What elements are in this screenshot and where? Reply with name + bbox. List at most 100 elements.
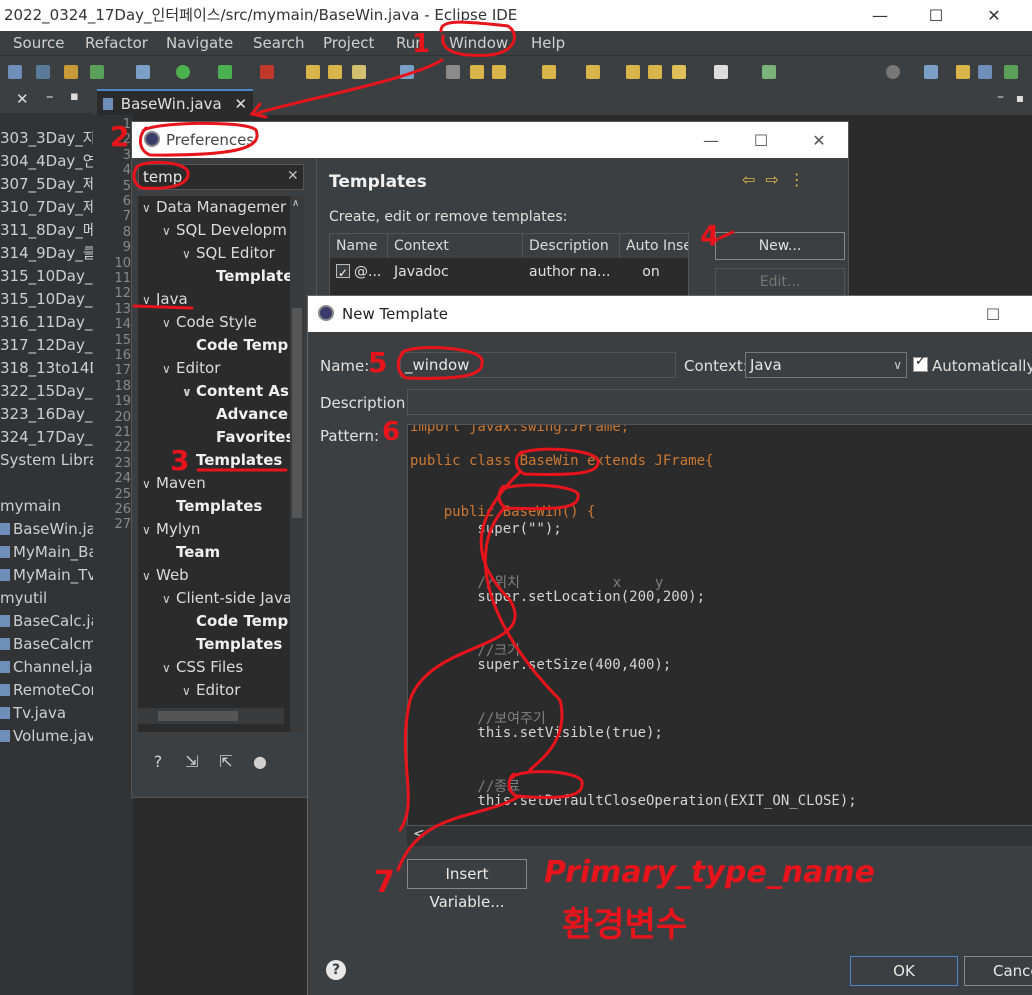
- preferences-filter-input[interactable]: temp: [138, 164, 304, 190]
- package-tree-item[interactable]: BaseCalc.jav: [0, 610, 93, 632]
- chevron-down-icon[interactable]: ∨: [162, 312, 176, 335]
- minimize-icon[interactable]: –: [997, 89, 1004, 105]
- preferences-tree-item[interactable]: Favorites: [202, 426, 294, 449]
- folder-icon[interactable]: [306, 65, 320, 79]
- preferences-tree[interactable]: ∨ Data Managemer ∨ SQL Developm ∨ SQL Editor T…: [138, 196, 304, 732]
- templates-table[interactable]: Name Context Description Auto Inse @... …: [329, 233, 689, 297]
- package-tree-item[interactable]: Channel.java: [0, 656, 93, 678]
- column-header-context[interactable]: Context: [388, 234, 523, 258]
- package-tree-item[interactable]: 317_12Day_시: [0, 334, 93, 356]
- preferences-tree-item[interactable]: ∨ Editor: [182, 679, 240, 702]
- close-icon[interactable]: ✕: [16, 90, 29, 108]
- perspective-icon[interactable]: [924, 65, 938, 79]
- preferences-tree-item[interactable]: Advance: [202, 403, 288, 426]
- preferences-tree-item[interactable]: ∨ Editor: [162, 357, 220, 380]
- template-description-input[interactable]: [407, 389, 1032, 415]
- column-header-name[interactable]: Name: [330, 234, 388, 258]
- package-tree-item[interactable]: BaseWin.java: [0, 518, 93, 540]
- tree-horizontal-scrollbar[interactable]: [138, 708, 284, 724]
- insert-variable-button[interactable]: Insert Variable...: [407, 859, 527, 911]
- chevron-down-icon[interactable]: ∨: [142, 289, 156, 312]
- toolbar-icon[interactable]: [260, 65, 274, 79]
- menu-search[interactable]: Search: [253, 34, 305, 52]
- preferences-tree-item[interactable]: ∨ SQL Developm: [162, 219, 287, 242]
- search-icon[interactable]: [886, 65, 900, 79]
- package-tree-item[interactable]: myutil: [0, 587, 93, 609]
- package-tree-item[interactable]: MyMain_Bas: [0, 541, 93, 563]
- history-nav[interactable]: ⇦⇨⋮: [742, 170, 815, 189]
- chevron-down-icon[interactable]: ∨: [182, 680, 196, 703]
- toolbar-icon[interactable]: [352, 65, 366, 79]
- debug-perspective-icon[interactable]: [1004, 65, 1018, 79]
- minimize-button[interactable]: —: [852, 0, 908, 31]
- package-tree-item[interactable]: 304_4Day_연산: [0, 150, 93, 172]
- chevron-down-icon[interactable]: ∨: [142, 519, 156, 542]
- column-header-auto-insert[interactable]: Auto Inse: [620, 234, 688, 258]
- export-icon[interactable]: ⇱: [216, 752, 236, 772]
- maximize-button[interactable]: ☐: [970, 300, 1016, 328]
- chevron-up-icon[interactable]: ∧: [292, 198, 299, 209]
- close-button[interactable]: ✕: [966, 0, 1022, 31]
- cancel-button[interactable]: Cance: [964, 956, 1032, 986]
- preferences-tree-item[interactable]: Template: [202, 265, 293, 288]
- close-button[interactable]: ✕: [796, 126, 842, 154]
- debug-icon[interactable]: [218, 65, 232, 79]
- template-name-input[interactable]: _window: [400, 352, 676, 378]
- chevron-down-icon[interactable]: ∨: [142, 565, 156, 588]
- menu-source[interactable]: Source: [13, 34, 65, 52]
- package-tree-item[interactable]: Tv.java: [0, 702, 93, 724]
- arrow-left-icon[interactable]: [672, 65, 686, 79]
- ok-button[interactable]: OK: [850, 956, 958, 986]
- toolbar-icon[interactable]: [542, 65, 556, 79]
- help-icon[interactable]: ?: [148, 752, 168, 772]
- chevron-down-icon[interactable]: ∨: [182, 243, 196, 266]
- preferences-tree-item[interactable]: ∨ Content As: [182, 380, 289, 403]
- forward-icon[interactable]: [648, 65, 662, 79]
- package-tree-item[interactable]: 310_7Day_제어: [0, 196, 93, 218]
- help-icon[interactable]: ?: [326, 960, 346, 980]
- menu-run[interactable]: Run: [396, 34, 425, 52]
- toolbar-icon[interactable]: [8, 65, 22, 79]
- preferences-tree-item[interactable]: ∨ Client-side Java: [162, 587, 292, 610]
- toolbar-icon[interactable]: [470, 65, 484, 79]
- package-tree-item[interactable]: mymain: [0, 495, 93, 517]
- menu-window[interactable]: Window: [449, 34, 508, 52]
- scroll-thumb[interactable]: [292, 308, 302, 518]
- package-tree-item[interactable]: 322_15Day_상: [0, 380, 93, 402]
- preferences-tree-item[interactable]: ∨ Data Managemer: [142, 196, 286, 219]
- preferences-tree-item[interactable]: Code Temp: [182, 334, 288, 357]
- java-ee-perspective-icon[interactable]: [956, 65, 970, 79]
- maximize-icon[interactable]: ▪: [1016, 91, 1024, 105]
- toolbar-icon[interactable]: [36, 65, 50, 79]
- chevron-left-icon[interactable]: <: [413, 826, 425, 842]
- import-icon[interactable]: ⇲: [182, 752, 202, 772]
- package-tree-item[interactable]: 318_13to14Day: [0, 357, 93, 379]
- pattern-editor[interactable]: import javax.swing.JFrame; public class B…: [407, 424, 1032, 826]
- preferences-tree-item[interactable]: ∨ Code Style: [162, 311, 257, 334]
- toolbar-icon[interactable]: [762, 65, 776, 79]
- chevron-down-icon[interactable]: ∨: [162, 588, 176, 611]
- pattern-horizontal-scrollbar[interactable]: <: [407, 826, 1032, 846]
- chevron-down-icon[interactable]: ∨: [142, 473, 156, 496]
- menu-refactor[interactable]: Refactor: [85, 34, 148, 52]
- clear-icon[interactable]: ✕: [287, 168, 299, 184]
- arrow-right-icon[interactable]: [714, 65, 728, 79]
- preferences-tree-item[interactable]: ∨ Java: [142, 288, 188, 311]
- toolbar-icon[interactable]: [586, 65, 600, 79]
- minimize-icon[interactable]: –: [46, 87, 54, 105]
- checkbox[interactable]: [336, 261, 350, 284]
- package-tree-item[interactable]: RemoteCon.: [0, 679, 93, 701]
- folder-icon[interactable]: [328, 65, 342, 79]
- run-icon[interactable]: [176, 65, 190, 79]
- tree-vertical-scrollbar[interactable]: ∧: [290, 196, 304, 732]
- package-tree-item[interactable]: [0, 472, 93, 494]
- back-icon[interactable]: [626, 65, 640, 79]
- preferences-tree-item[interactable]: ∨ Web: [142, 564, 189, 587]
- chevron-down-icon[interactable]: ∨: [162, 358, 176, 381]
- chevron-down-icon[interactable]: ∨: [162, 220, 176, 243]
- preferences-tree-item[interactable]: Templates: [162, 495, 262, 518]
- package-tree-item[interactable]: 303_3Day_자료: [0, 127, 93, 149]
- maximize-button[interactable]: ☐: [908, 0, 964, 31]
- new-template-button[interactable]: New...: [715, 232, 845, 260]
- package-tree-item[interactable]: 311_8Day_메소: [0, 219, 93, 241]
